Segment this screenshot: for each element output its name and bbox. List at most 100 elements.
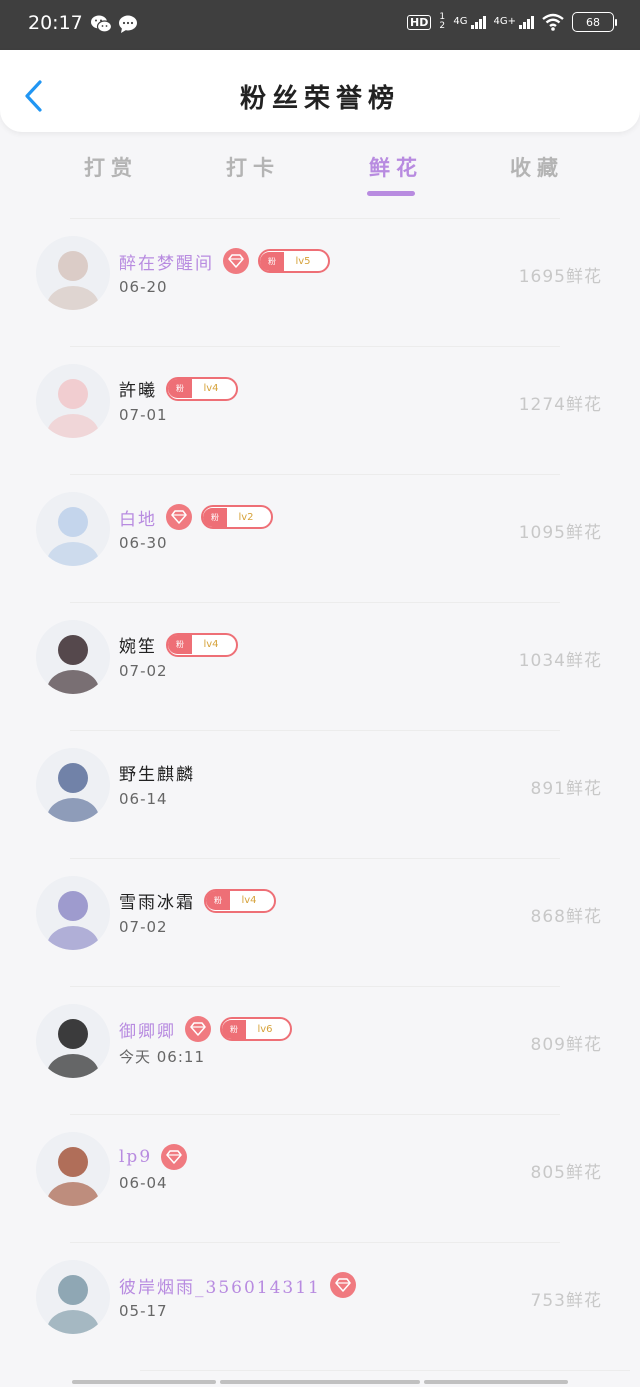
- fan-level-badge: 粉 lv2: [201, 505, 273, 529]
- name-line: 御卿卿 粉 lv6: [119, 1016, 292, 1042]
- row-divider: [70, 474, 560, 475]
- avatar-image: [36, 364, 110, 438]
- chat-bubble-icon: [119, 15, 137, 33]
- name-line: 許曦粉 lv4: [119, 376, 238, 401]
- fan-name[interactable]: 許曦: [119, 376, 157, 401]
- fan-tag: 粉: [222, 1019, 246, 1039]
- fan-level-badge: 粉 lv4: [204, 888, 276, 913]
- avatar[interactable]: [36, 1004, 110, 1078]
- row-divider: [70, 986, 560, 987]
- wifi-icon: [542, 13, 564, 31]
- avatar[interactable]: [36, 876, 110, 950]
- hd-sub-label: 1 2: [439, 12, 446, 31]
- fan-row[interactable]: 彼岸烟雨_356014311 05-17 753鲜花: [0, 1242, 640, 1370]
- fan-date: 07-01: [119, 406, 168, 424]
- status-bar: 20:17 HD 1 2 4G 4G+ 68: [0, 0, 640, 50]
- name-line: lp9: [119, 1144, 188, 1170]
- fan-row[interactable]: 婉笙粉 lv4 07-02 1034鲜花: [0, 602, 640, 730]
- signal-icon-1: 4G: [453, 15, 486, 29]
- bottom-indicator-2: [220, 1380, 420, 1384]
- row-divider: [70, 218, 560, 219]
- fan-level: lv4: [241, 895, 257, 906]
- fan-level: lv4: [203, 639, 219, 650]
- avatar-image: [36, 236, 110, 310]
- signal-icon-2: 4G+: [494, 15, 534, 29]
- tab-favorites[interactable]: 收藏: [510, 152, 564, 182]
- fan-tag: 粉: [206, 891, 230, 910]
- fan-name[interactable]: 彼岸烟雨_356014311: [119, 1273, 321, 1298]
- hd-voice-icon: HD: [407, 14, 432, 30]
- avatar-image: [36, 1132, 110, 1206]
- fan-date: 07-02: [119, 918, 168, 936]
- avatar[interactable]: [36, 620, 110, 694]
- avatar[interactable]: [36, 1132, 110, 1206]
- tab-flowers[interactable]: 鲜花: [369, 152, 423, 182]
- fan-level: lv2: [238, 511, 254, 523]
- fan-date: 今天 06:11: [119, 1048, 205, 1066]
- fan-name[interactable]: 婉笙: [119, 632, 157, 657]
- name-line: 婉笙粉 lv4: [119, 632, 238, 657]
- diamond-icon: [185, 1016, 211, 1042]
- fan-row[interactable]: 白地 粉 lv2 06-30 1095鲜花: [0, 474, 640, 602]
- row-divider: [70, 602, 560, 603]
- avatar[interactable]: [36, 748, 110, 822]
- fan-date: 06-20: [119, 278, 168, 296]
- fan-tag: 粉: [260, 251, 284, 271]
- fan-level: lv6: [257, 1023, 273, 1035]
- name-line: 醉在梦醒间 粉 lv5: [119, 248, 330, 274]
- flower-score: 753鲜花: [530, 1291, 602, 1311]
- avatar[interactable]: [36, 364, 110, 438]
- row-divider: [70, 730, 560, 731]
- battery-icon: 68: [572, 12, 617, 32]
- page-title: 粉丝荣誉榜: [239, 84, 400, 114]
- fan-name[interactable]: 雪雨冰霜: [119, 888, 195, 913]
- fan-row[interactable]: 許曦粉 lv4 07-01 1274鲜花: [0, 346, 640, 474]
- name-line: 白地 粉 lv2: [119, 504, 273, 530]
- wechat-icon: [91, 15, 112, 33]
- status-time: 20:17: [28, 12, 83, 34]
- name-line: 雪雨冰霜粉 lv4: [119, 888, 276, 913]
- flower-score: 1034鲜花: [518, 651, 602, 671]
- avatar-image: [36, 748, 110, 822]
- row-divider: [70, 1114, 560, 1115]
- fan-name[interactable]: 醉在梦醒间: [119, 249, 214, 274]
- fan-date: 06-30: [119, 534, 168, 552]
- avatar[interactable]: [36, 492, 110, 566]
- row-divider: [140, 1370, 630, 1371]
- fan-level-badge: 粉 lv6: [220, 1017, 292, 1041]
- avatar-image: [36, 1260, 110, 1334]
- fan-row[interactable]: 野生麒麟 06-14 891鲜花: [0, 730, 640, 858]
- fan-row[interactable]: lp9 06-04 805鲜花: [0, 1114, 640, 1242]
- fan-level-badge: 粉 lv5: [258, 249, 330, 273]
- avatar-image: [36, 620, 110, 694]
- diamond-icon: [161, 1144, 188, 1170]
- tab-checkin[interactable]: 打卡: [226, 152, 280, 182]
- name-line: 野生麒麟: [119, 760, 195, 785]
- fan-date: 07-02: [119, 662, 168, 680]
- tab-reward[interactable]: 打赏: [84, 152, 138, 182]
- status-indicators: HD 1 2 4G 4G+ 68: [407, 12, 617, 32]
- name-line: 彼岸烟雨_356014311: [119, 1272, 356, 1298]
- fan-row[interactable]: 醉在梦醒间 粉 lv5 06-20 1695鲜花: [0, 218, 640, 346]
- flower-score: 1695鲜花: [518, 267, 602, 287]
- fan-name[interactable]: lp9: [119, 1147, 152, 1167]
- bottom-indicator-3: [424, 1380, 568, 1384]
- battery-level: 68: [586, 15, 600, 29]
- row-divider: [70, 346, 560, 347]
- bottom-indicator-1: [72, 1380, 216, 1384]
- avatar-image: [36, 1004, 110, 1078]
- fan-row[interactable]: 御卿卿 粉 lv6 今天 06:11 809鲜花: [0, 986, 640, 1114]
- fan-row[interactable]: 雪雨冰霜粉 lv4 07-02 868鲜花: [0, 858, 640, 986]
- fan-level-badge: 粉 lv4: [166, 376, 238, 401]
- fan-name[interactable]: 野生麒麟: [119, 760, 195, 785]
- avatar[interactable]: [36, 236, 110, 310]
- page-header: 粉丝荣誉榜: [0, 50, 640, 132]
- avatar-image: [36, 492, 110, 566]
- fan-name[interactable]: 白地: [119, 505, 157, 530]
- avatar[interactable]: [36, 1260, 110, 1334]
- flower-score: 1274鲜花: [518, 395, 602, 415]
- flower-score: 809鲜花: [530, 1035, 602, 1055]
- fan-name[interactable]: 御卿卿: [119, 1017, 176, 1042]
- fan-tag: 粉: [203, 507, 227, 527]
- fan-date: 05-17: [119, 1302, 168, 1320]
